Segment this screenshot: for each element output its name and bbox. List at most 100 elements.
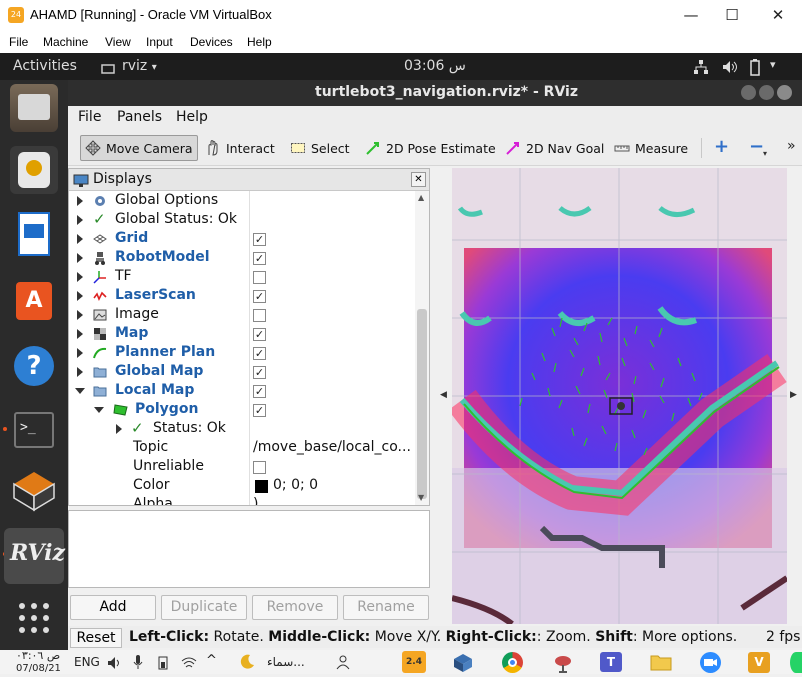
expand-arrow-icon[interactable] xyxy=(77,348,83,358)
rhythmbox-icon[interactable] xyxy=(10,146,58,194)
terminal-icon[interactable]: >_ xyxy=(10,406,58,454)
language-indicator[interactable]: ENG xyxy=(74,655,100,669)
files-icon[interactable] xyxy=(10,84,58,132)
reset-button[interactable]: Reset xyxy=(70,628,122,648)
collapse-left-panel-icon[interactable]: ◀ xyxy=(440,390,447,400)
2d-pose-estimate-tool[interactable]: 2D Pose Estimate xyxy=(361,135,500,161)
display-row-global-map[interactable]: Global Map ✓ xyxy=(69,363,414,382)
expand-arrow-icon[interactable] xyxy=(116,424,122,434)
expand-arrow-icon[interactable] xyxy=(77,310,83,320)
tool-dropdown-chevron-icon[interactable]: ▾ xyxy=(763,149,767,158)
display-row-global-status[interactable]: ✓ Global Status: Ok xyxy=(69,210,414,230)
expand-arrow-icon[interactable] xyxy=(77,291,83,301)
zoom-icon[interactable] xyxy=(700,652,721,673)
enabled-checkbox[interactable] xyxy=(253,271,266,284)
enabled-checkbox[interactable]: ✓ xyxy=(253,328,266,341)
unreliable-checkbox[interactable] xyxy=(253,461,266,474)
expand-arrow-icon[interactable] xyxy=(77,272,83,282)
3d-render-view[interactable] xyxy=(452,168,787,624)
rename-display-button[interactable]: Rename xyxy=(343,595,429,620)
satellite-dish-icon[interactable] xyxy=(553,653,573,677)
battery-icon[interactable] xyxy=(156,655,170,674)
rviz-close-button[interactable] xyxy=(777,85,792,100)
display-row-local-map[interactable]: Local Map ✓ xyxy=(69,382,414,401)
collapse-right-panel-icon[interactable]: ▶ xyxy=(790,390,797,400)
app-menu-rviz[interactable]: rviz ▾ xyxy=(122,58,157,74)
measure-tool[interactable]: Measure xyxy=(610,135,692,161)
interact-tool[interactable]: Interact xyxy=(201,135,279,161)
vbox-menu-file[interactable]: File xyxy=(9,35,28,49)
color-value[interactable]: 0; 0; 0 xyxy=(273,477,318,493)
rviz-menu-file[interactable]: File xyxy=(78,109,101,125)
enabled-checkbox[interactable]: ✓ xyxy=(253,347,266,360)
2d-nav-goal-tool[interactable]: 2D Nav Goal xyxy=(501,135,608,161)
clock[interactable]: 03:06 س xyxy=(404,58,466,74)
chrome-icon[interactable] xyxy=(502,652,523,673)
vbox-taskbar-app[interactable]: 2.4 xyxy=(402,651,426,673)
display-row-grid[interactable]: Grid ✓ xyxy=(69,230,414,249)
display-row-status[interactable]: ✓ Status: Ok xyxy=(69,419,414,439)
display-row-robotmodel[interactable]: RobotModel ✓ xyxy=(69,249,414,268)
writer-icon[interactable] xyxy=(10,210,58,258)
scroll-up-icon[interactable]: ▲ xyxy=(418,193,424,202)
property-row-topic[interactable]: Topic /move_base/local_co... xyxy=(69,439,414,458)
vbox-menu-input[interactable]: Input xyxy=(146,35,173,49)
enabled-checkbox[interactable] xyxy=(253,309,266,322)
virtualbox-icon[interactable] xyxy=(10,466,58,514)
microphone-icon[interactable] xyxy=(133,654,143,674)
add-display-button[interactable]: Add xyxy=(70,595,156,620)
scrollbar-thumb[interactable] xyxy=(417,309,427,499)
moon-weather-icon[interactable] xyxy=(238,653,256,675)
vbox-menu-machine[interactable]: Machine xyxy=(43,35,88,49)
color-swatch[interactable] xyxy=(255,480,268,493)
property-row-alpha[interactable]: Alpha ) xyxy=(69,496,414,505)
activities-button[interactable]: Activities xyxy=(13,58,77,74)
minimize-button[interactable]: — xyxy=(676,3,706,27)
file-explorer-icon[interactable] xyxy=(650,654,672,675)
vbox-menu-devices[interactable]: Devices xyxy=(190,35,233,49)
expand-arrow-icon[interactable] xyxy=(77,196,83,206)
weather-text[interactable]: سماء... xyxy=(267,655,305,669)
move-camera-tool[interactable]: Move Camera xyxy=(80,135,198,161)
alpha-value[interactable]: ) xyxy=(253,496,258,505)
network-icon[interactable] xyxy=(693,59,709,79)
wifi-icon[interactable] xyxy=(181,655,197,674)
scroll-down-icon[interactable]: ▼ xyxy=(418,493,424,502)
system-menu-chevron-icon[interactable]: ▾ xyxy=(770,58,776,71)
add-tool-plus-icon[interactable]: + xyxy=(714,138,729,156)
expand-arrow-icon[interactable] xyxy=(77,329,83,339)
display-row-tf[interactable]: TF xyxy=(69,268,414,287)
display-row-map[interactable]: Map ✓ xyxy=(69,325,414,344)
expand-arrow-icon[interactable] xyxy=(77,234,83,244)
vbox-menu-help[interactable]: Help xyxy=(247,35,272,49)
virtualbox-taskbar-icon[interactable] xyxy=(453,653,473,677)
enabled-checkbox[interactable]: ✓ xyxy=(253,252,266,265)
enabled-checkbox[interactable]: ✓ xyxy=(253,233,266,246)
rviz-minimize-button[interactable] xyxy=(741,85,756,100)
select-tool[interactable]: Select xyxy=(286,135,354,161)
enabled-checkbox[interactable]: ✓ xyxy=(253,404,266,417)
help-icon[interactable]: ? xyxy=(10,342,58,390)
speaker-icon[interactable] xyxy=(107,655,123,674)
taskbar-time[interactable]: ص ٠٣:٠٦ xyxy=(16,649,60,662)
show-apps-icon[interactable] xyxy=(18,602,50,634)
displays-scrollbar[interactable]: ▲ ▼ xyxy=(415,191,429,505)
display-row-planner-plan[interactable]: Planner Plan ✓ xyxy=(69,344,414,363)
costmap-visualization[interactable] xyxy=(452,168,787,624)
rviz-menu-panels[interactable]: Panels xyxy=(117,109,162,125)
display-row-image[interactable]: Image xyxy=(69,306,414,325)
tray-expand-chevron-icon[interactable]: ^ xyxy=(206,653,217,668)
vlc-like-app-icon[interactable]: V xyxy=(748,652,770,673)
vbox-menu-view[interactable]: View xyxy=(105,35,131,49)
expand-arrow-icon[interactable] xyxy=(77,253,83,263)
enabled-checkbox[interactable]: ✓ xyxy=(253,385,266,398)
expand-arrow-icon[interactable] xyxy=(77,367,83,377)
whatsapp-icon[interactable] xyxy=(790,652,802,673)
taskbar-date[interactable]: 07/08/21 xyxy=(16,663,61,674)
volume-icon[interactable] xyxy=(721,59,739,79)
collapse-arrow-icon[interactable] xyxy=(75,388,85,394)
enabled-checkbox[interactable]: ✓ xyxy=(253,366,266,379)
battery-icon[interactable] xyxy=(749,58,761,80)
close-button[interactable]: ✕ xyxy=(763,3,793,27)
enabled-checkbox[interactable]: ✓ xyxy=(253,290,266,303)
